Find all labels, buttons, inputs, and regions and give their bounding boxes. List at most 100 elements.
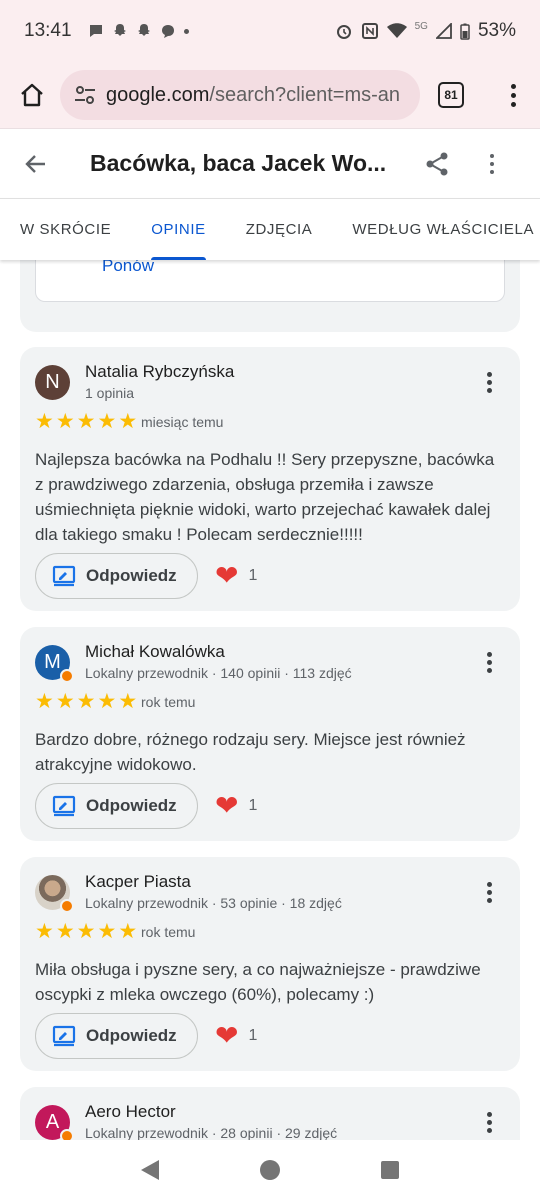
tab-from-owner[interactable]: WEDŁUG WŁAŚCICIELA: [352, 199, 534, 260]
recents-square-icon[interactable]: [379, 1159, 401, 1181]
network-label: 5G: [414, 20, 428, 32]
reply-icon: [52, 565, 76, 587]
heart-icon: ❤: [215, 1020, 239, 1051]
home-circle-icon[interactable]: [258, 1158, 282, 1182]
back-button[interactable]: [24, 152, 64, 176]
rating-stars: ★ ★ ★ ★ ★: [35, 691, 137, 712]
star-icon: ★: [35, 690, 54, 713]
system-nav-bar: [0, 1140, 540, 1200]
retry-box: Ponów: [35, 260, 505, 302]
review-author[interactable]: Michał Kowalówka: [85, 642, 225, 662]
reply-button[interactable]: Odpowiedz: [35, 1013, 198, 1059]
tab-switcher-button[interactable]: 81: [438, 82, 464, 108]
review-date: rok temu: [141, 694, 196, 710]
star-icon: ★: [118, 410, 138, 433]
review-more-button[interactable]: [487, 882, 492, 903]
review-more-button[interactable]: [487, 372, 492, 393]
reply-icon: [52, 1025, 76, 1047]
battery-level: 53%: [477, 20, 516, 41]
reviews-list: Ponów N Natalia Rybczyńska 1 opinia ★ ★ ★ ★…: [0, 260, 540, 1140]
more-notifications-icon: [183, 28, 189, 34]
alarm-icon: [336, 25, 351, 39]
arrow-back-icon: [25, 154, 45, 173]
like-count: 1: [248, 797, 258, 814]
heart-icon: ❤: [215, 790, 239, 821]
star-icon: ★: [97, 410, 117, 433]
avatar[interactable]: N: [35, 365, 70, 400]
review-card: M Michał Kowalówka Lokalny przewodnik · …: [20, 627, 520, 841]
like-count: 1: [248, 1027, 258, 1044]
star-icon: ★: [97, 690, 117, 713]
review-card: Kacper Piasta Lokalny przewodnik · 53 op…: [20, 857, 520, 1071]
like-count: 1: [248, 567, 258, 584]
retry-card: Ponów: [20, 260, 520, 332]
tab-overview[interactable]: W SKRÓCIE: [20, 199, 111, 260]
site-settings-icon[interactable]: [74, 85, 96, 105]
like-button[interactable]: ❤ 1: [215, 792, 257, 820]
like-button[interactable]: ❤ 1: [215, 562, 257, 590]
review-date: miesiąc temu: [141, 414, 224, 430]
local-guide-badge-icon: [60, 1129, 74, 1140]
avatar[interactable]: [35, 875, 74, 913]
rating-stars: ★ ★ ★ ★ ★: [35, 921, 137, 942]
home-button[interactable]: [14, 77, 50, 113]
home-icon: [21, 83, 43, 107]
reply-button[interactable]: Odpowiedz: [35, 783, 198, 829]
reply-label: Odpowiedz: [86, 566, 177, 585]
nfc-icon: [361, 23, 378, 39]
snapchat-icon: [113, 24, 126, 36]
star-icon: ★: [55, 410, 75, 433]
review-more-button[interactable]: [487, 1112, 492, 1133]
star-icon: ★: [118, 690, 138, 713]
share-icon: [426, 152, 448, 175]
more-options-button[interactable]: [490, 153, 494, 174]
status-bar: 13:41 5G 53%: [0, 0, 540, 62]
review-text: Najlepsza bacówka na Podhalu !! Sery prz…: [35, 450, 495, 544]
avatar[interactable]: A: [35, 1105, 74, 1140]
review-more-button[interactable]: [487, 652, 492, 673]
address-bar[interactable]: google.com/search?client=ms-an: [60, 70, 420, 120]
like-button[interactable]: ❤ 1: [215, 1022, 257, 1050]
review-author-meta: Lokalny przewodnik · 53 opinie · 18 zdję…: [85, 895, 342, 911]
star-icon: ★: [55, 920, 75, 943]
review-author[interactable]: Aero Hector: [85, 1102, 176, 1122]
url-text: google.com/search?client=ms-an: [106, 84, 400, 107]
avatar-initial: N: [45, 371, 60, 393]
browser-menu-button[interactable]: [511, 83, 516, 107]
retry-button[interactable]: Ponów: [102, 260, 154, 276]
share-button[interactable]: [424, 151, 450, 177]
place-title: Bacówka, baca Jacek Wo...: [90, 150, 387, 176]
avatar[interactable]: M: [35, 645, 74, 683]
reply-icon: [52, 795, 76, 817]
star-icon: ★: [76, 410, 96, 433]
place-tabs: W SKRÓCIE OPINIE ZDJĘCIA WEDŁUG WŁAŚCICI…: [0, 198, 540, 260]
star-icon: ★: [76, 920, 96, 943]
avatar-initial: A: [45, 1111, 60, 1133]
tab-photos[interactable]: ZDJĘCIA: [246, 199, 313, 260]
messenger-icon: [161, 25, 174, 38]
review-author[interactable]: Natalia Rybczyńska: [85, 362, 234, 382]
local-guide-badge-icon: [60, 669, 74, 683]
tab-reviews[interactable]: OPINIE: [151, 199, 207, 260]
review-text: Miła obsługa i pyszne sery, a co najważn…: [35, 960, 481, 1004]
review-author-meta: Lokalny przewodnik · 140 opinii · 113 zd…: [85, 665, 352, 681]
avatar-initial: M: [44, 651, 61, 673]
star-icon: ★: [35, 410, 54, 433]
battery-icon: [460, 23, 470, 40]
review-author[interactable]: Kacper Piasta: [85, 872, 191, 892]
snapchat-icon-2: [137, 24, 150, 36]
review-date: rok temu: [141, 924, 196, 940]
reply-button[interactable]: Odpowiedz: [35, 553, 198, 599]
back-triangle-icon[interactable]: [139, 1158, 161, 1182]
star-icon: ★: [76, 690, 96, 713]
place-header: Bacówka, baca Jacek Wo...: [0, 128, 540, 198]
chat-bubble-icon: [89, 25, 102, 37]
review-author-meta: Lokalny przewodnik · 28 opinii · 29 zdję…: [85, 1125, 338, 1140]
url-path: /search?client=ms-an: [209, 83, 401, 106]
local-guide-badge-icon: [60, 899, 74, 913]
rating-stars: ★ ★ ★ ★ ★: [35, 411, 137, 432]
reply-label: Odpowiedz: [86, 796, 177, 815]
star-icon: ★: [35, 920, 54, 943]
star-icon: ★: [118, 920, 138, 943]
signal-icon: [435, 23, 452, 39]
